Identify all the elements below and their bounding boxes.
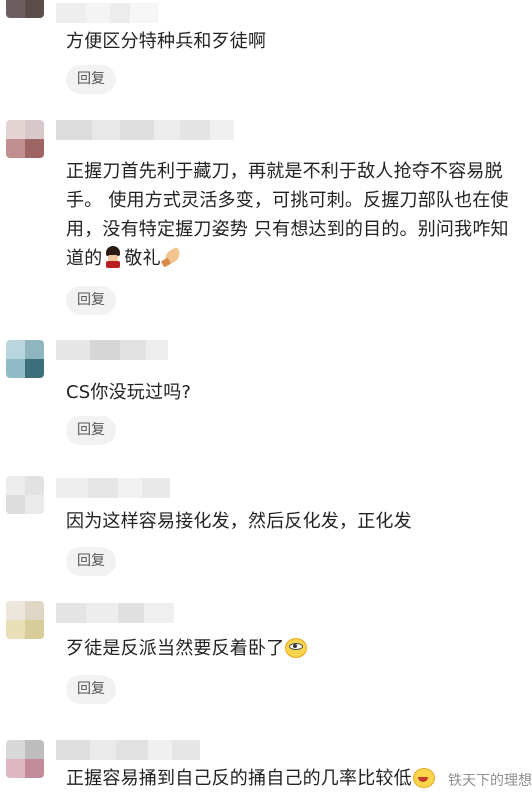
username-blurred[interactable] <box>56 603 174 623</box>
comment-text-tail: 敬礼 <box>124 248 161 269</box>
soldier-emoji-icon <box>102 246 124 268</box>
comment-text-body: 歹徒是反派当然要反着卧了 <box>66 638 285 659</box>
comment-text: 因为这样容易接化发，然后反化发，正化发 <box>66 511 412 532</box>
username-blurred[interactable] <box>56 120 234 140</box>
comment-text: 歹徒是反派当然要反着卧了 <box>66 634 510 663</box>
reply-button[interactable]: 回复 <box>66 547 116 576</box>
username-blurred[interactable] <box>56 740 200 760</box>
username-blurred[interactable] <box>56 3 158 23</box>
avatar[interactable] <box>6 740 44 778</box>
comment-text: 方便区分特种兵和歹徒啊 <box>66 31 267 52</box>
avatar[interactable] <box>6 340 44 378</box>
comment-text-body: 正握容易捅到自己反的捅自己的几率比较低 <box>66 768 412 789</box>
avatar[interactable] <box>6 0 44 18</box>
salute-emoji-icon <box>160 246 183 268</box>
avatar[interactable] <box>6 601 44 639</box>
comment-text: CS你没玩过吗? <box>66 382 192 403</box>
watermark: 铁天下的理想 <box>448 773 532 789</box>
reply-button[interactable]: 回复 <box>66 416 116 445</box>
comment-text: 正握刀首先利于藏刀，再就是不利于敌人抢夺不容易脱手。 使用方式灵活多变，可挑可刺… <box>66 157 510 273</box>
laugh-emoji-icon <box>412 766 435 788</box>
avatar[interactable] <box>6 120 44 158</box>
avatar[interactable] <box>6 476 44 514</box>
comment-text: 正握容易捅到自己反的捅自己的几率比较低 <box>66 764 510 793</box>
reply-button[interactable]: 回复 <box>66 675 116 704</box>
reply-button[interactable]: 回复 <box>66 65 116 94</box>
smirk-emoji-icon <box>284 636 308 658</box>
username-blurred[interactable] <box>56 340 168 360</box>
reply-button[interactable]: 回复 <box>66 286 116 315</box>
username-blurred[interactable] <box>56 478 170 498</box>
